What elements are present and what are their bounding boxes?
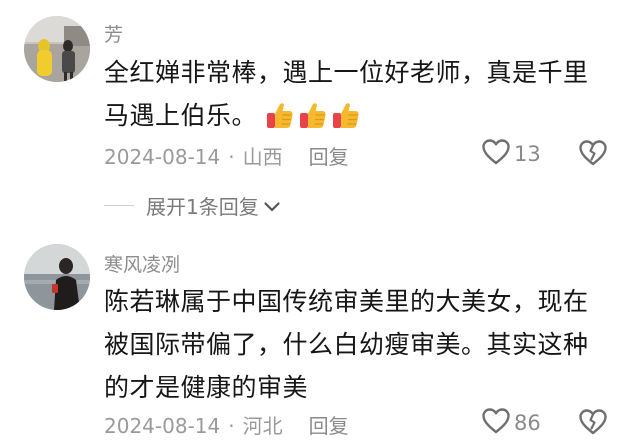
chevron-down-icon: [263, 194, 281, 218]
like-button[interactable]: 86: [482, 408, 541, 438]
heart-icon: [482, 408, 510, 438]
avatar[interactable]: [24, 244, 90, 310]
comment-text-line: 陈若琳属于中国传统审美里的大美女，现在: [104, 287, 589, 316]
comment-username[interactable]: 芳: [104, 20, 123, 47]
comment-text-segment: 马遇上伯乐。: [104, 101, 258, 130]
avatar[interactable]: [24, 16, 90, 82]
thumbs-up-emoji: [298, 100, 328, 143]
reply-button[interactable]: 回复: [309, 145, 349, 169]
like-count: 86: [514, 411, 541, 435]
thumbs-up-emoji: [331, 100, 361, 143]
broken-heart-icon: [579, 140, 607, 170]
dislike-button[interactable]: [579, 409, 607, 439]
thumbs-up-emoji: [265, 100, 295, 143]
comment-location: 山西: [242, 145, 283, 169]
emoji-group: [265, 100, 364, 143]
comment-location: 河北: [242, 414, 283, 438]
like-count: 13: [514, 142, 541, 166]
comment-text: 陈若琳属于中国传统审美里的大美女，现在 被国际带偏了，什么白幼瘦审美。其实这种 …: [104, 280, 604, 409]
comment-text-line: 被国际带偏了，什么白幼瘦审美。其实这种: [104, 330, 589, 359]
comment-date: 2024-08-14: [104, 414, 221, 438]
meta-separator: ·: [228, 414, 235, 438]
comment-username[interactable]: 寒风凌冽: [104, 250, 180, 277]
heart-icon: [482, 139, 510, 169]
comment-text-line: 全红婵非常棒，遇上一位好老师，真是千里: [104, 58, 589, 87]
broken-heart-icon: [579, 409, 607, 439]
expand-replies-label: 展开1条回复: [146, 195, 259, 219]
divider: [104, 205, 134, 206]
like-button[interactable]: 13: [482, 139, 541, 169]
comment-text-line: 的才是健康的审美: [104, 373, 309, 402]
meta-separator: ·: [228, 145, 235, 169]
reply-button[interactable]: 回复: [309, 414, 349, 438]
comment-text: 全红婵非常棒，遇上一位好老师，真是千里 马遇上伯乐。: [104, 51, 604, 143]
comment-meta: 2024-08-14 · 河北 回复: [104, 410, 349, 439]
comment-date: 2024-08-14: [104, 145, 221, 169]
comment-meta: 2024-08-14 · 山西 回复: [104, 141, 349, 170]
comment-text-line: 马遇上伯乐。: [104, 94, 604, 143]
expand-replies-button[interactable]: 展开1条回复: [104, 191, 281, 220]
dislike-button[interactable]: [579, 140, 607, 170]
